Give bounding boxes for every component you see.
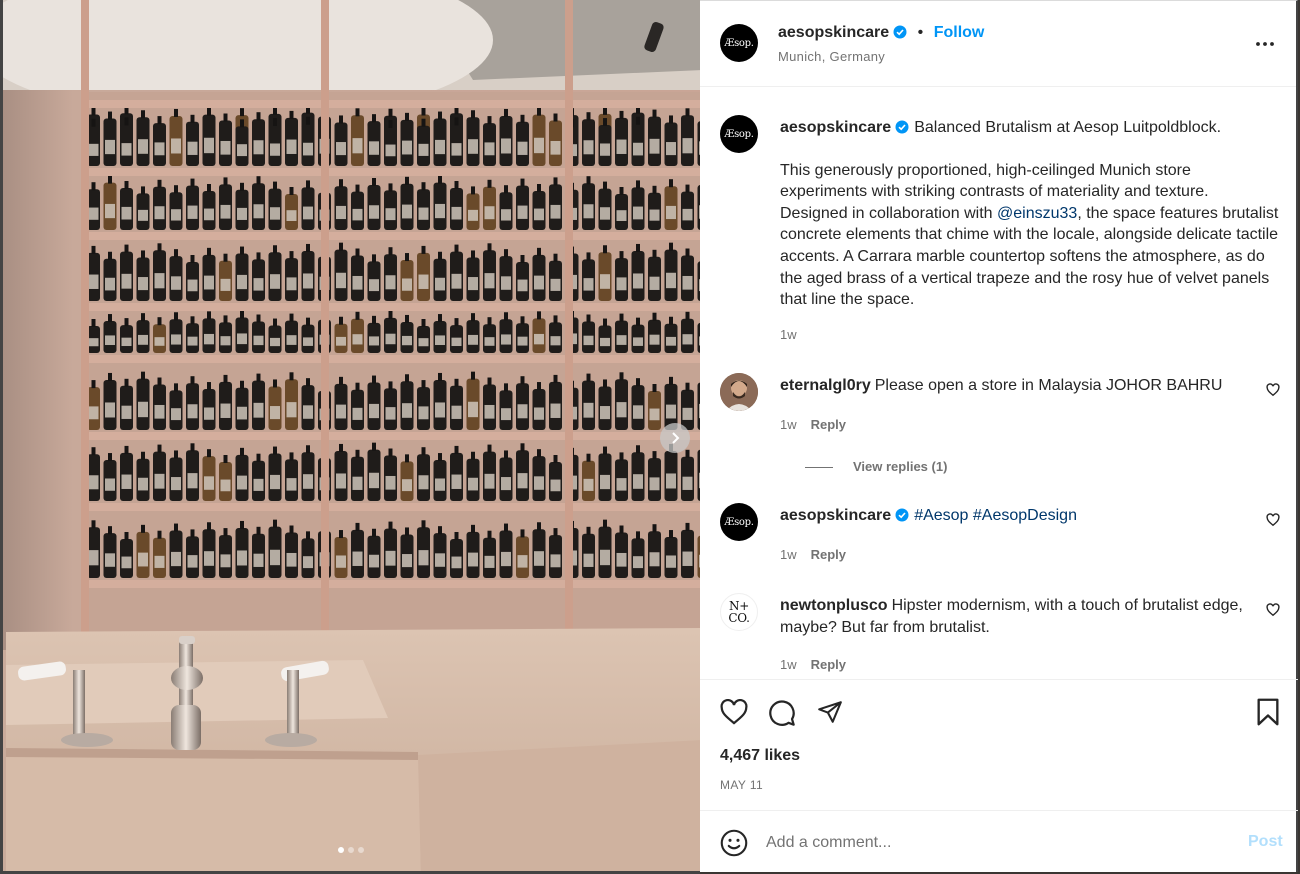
avatar-text: Æsop. [724, 516, 754, 528]
carousel-indicator [338, 847, 364, 853]
avatar-text: Æsop. [724, 37, 754, 49]
follow-button[interactable]: Follow [934, 24, 985, 41]
post-photo[interactable] [0, 0, 700, 874]
post-location[interactable]: Munich, Germany [778, 49, 885, 64]
caption-username[interactable]: aesopskincare [780, 119, 891, 136]
heart-icon [1266, 603, 1280, 617]
comment-like-button[interactable] [1266, 383, 1280, 402]
comment-icon [769, 700, 795, 726]
comment-time[interactable]: 1w [780, 547, 797, 562]
heart-icon [1266, 513, 1280, 527]
comment-like-button[interactable] [1266, 603, 1280, 622]
store-interior-image [3, 0, 700, 871]
post-actions: 4,467 likes MAY 11 [700, 679, 1298, 810]
comment-body: Please open a store in Malaysia JOHOR BA… [874, 377, 1223, 394]
carousel-dot [358, 847, 364, 853]
comment-text: eternalgl0ry Please open a store in Malay… [780, 375, 1280, 397]
comment-composer: Post [700, 810, 1298, 873]
hashtag-links[interactable]: #Aesop #AesopDesign [914, 507, 1077, 524]
comment-username[interactable]: eternalgl0ry [780, 377, 871, 394]
author-avatar[interactable]: Æsop. [720, 24, 758, 62]
heart-icon [720, 698, 748, 725]
reply-button[interactable]: Reply [811, 417, 846, 432]
commenter-avatar[interactable]: Æsop. [720, 503, 758, 541]
comment-time[interactable]: 1w [780, 417, 797, 432]
comments-section[interactable]: Æsop. aesopskincare Balanced Brutalism at… [700, 87, 1298, 679]
person-photo-icon [720, 373, 758, 411]
view-replies-label: View replies (1) [853, 459, 948, 474]
comment-username[interactable]: newtonplusco [780, 597, 888, 614]
comment-meta: 1w Reply [780, 547, 846, 562]
comment-like-button[interactable] [1266, 513, 1280, 532]
carousel-dot [348, 847, 354, 853]
comment-input[interactable] [766, 831, 1206, 855]
dot-separator: • [917, 24, 924, 41]
comment-username[interactable]: aesopskincare [780, 507, 891, 524]
emoji-icon [720, 829, 748, 857]
share-icon [818, 701, 842, 723]
comment-button[interactable] [768, 699, 796, 732]
reply-button[interactable]: Reply [811, 657, 846, 672]
author-line: aesopskincare • Follow [778, 24, 984, 42]
mention-link[interactable]: @einszu33 [997, 205, 1077, 222]
commenter-avatar[interactable] [720, 373, 758, 411]
caption-avatar[interactable]: Æsop. [720, 115, 758, 153]
bookmark-icon [1257, 698, 1279, 726]
more-options-button[interactable] [1253, 34, 1277, 59]
author-username[interactable]: aesopskincare [778, 24, 889, 41]
heart-icon [1266, 383, 1280, 397]
carousel-next-button[interactable] [660, 423, 690, 453]
view-replies-button[interactable]: View replies (1) [805, 459, 947, 474]
chevron-right-icon [672, 432, 680, 444]
post-header: Æsop. aesopskincare • Follow Munich, Ger… [700, 1, 1296, 87]
save-button[interactable] [1255, 698, 1281, 731]
comment-meta: 1w Reply [780, 657, 846, 672]
comment-time[interactable]: 1w [780, 657, 797, 672]
verified-badge-icon [893, 25, 907, 39]
comment-meta: 1w Reply [780, 417, 846, 432]
verified-badge-icon [895, 508, 909, 522]
comment-text: aesopskincare #Aesop #AesopDesign [780, 505, 1280, 527]
caption-text: aesopskincare Balanced Brutalism at Aesop… [780, 117, 1280, 311]
caption-time[interactable]: 1w [780, 327, 797, 342]
more-options-icon [1256, 42, 1274, 46]
avatar-text: Æsop. [724, 128, 754, 140]
emoji-button[interactable] [720, 829, 748, 862]
share-button[interactable] [816, 699, 844, 730]
reply-button[interactable]: Reply [811, 547, 846, 562]
caption-first-line: Balanced Brutalism at Aesop Luitpoldbloc… [914, 119, 1222, 136]
likes-count[interactable]: 4,467 likes [720, 747, 800, 765]
like-button[interactable] [720, 698, 748, 730]
post-comment-button[interactable]: Post [1248, 833, 1283, 851]
comment-text: newtonplusco Hipster modernism, with a to… [780, 595, 1280, 638]
avatar-text: CO. [728, 611, 750, 625]
commenter-avatar[interactable]: N+ CO. [720, 593, 758, 631]
carousel-dot [338, 847, 344, 853]
post-side-panel: Æsop. aesopskincare • Follow Munich, Ger… [700, 0, 1298, 872]
post-date: MAY 11 [720, 778, 764, 792]
verified-badge-icon [895, 120, 909, 134]
replies-divider [805, 467, 833, 469]
